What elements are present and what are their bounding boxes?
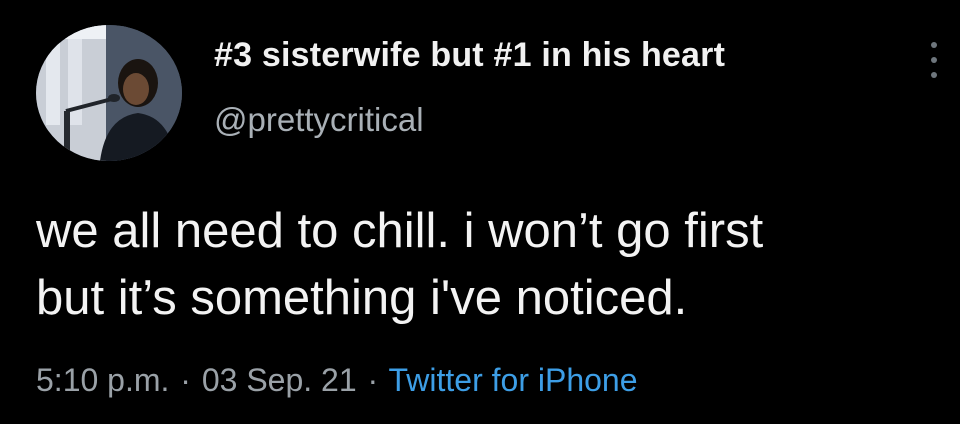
tweet-text-line: but it’s something i've noticed. (36, 271, 688, 325)
avatar-photo (36, 25, 182, 161)
tweet-text-line: we all need to chill. i won’t go first (36, 204, 764, 258)
meta-separator: · (180, 362, 191, 398)
tweet-card: #3 sisterwife but #1 in his heart @prett… (0, 0, 960, 424)
tweet-time[interactable]: 5:10 p.m. (36, 362, 169, 398)
more-vertical-icon[interactable] (919, 38, 949, 82)
display-name[interactable]: #3 sisterwife but #1 in his heart (214, 36, 725, 75)
tweet-source-link[interactable]: Twitter for iPhone (389, 362, 638, 398)
more-dot (931, 57, 937, 63)
user-handle[interactable]: @prettycritical (214, 101, 424, 139)
meta-separator: · (367, 362, 379, 398)
avatar[interactable] (36, 25, 182, 161)
tweet-text: we all need to chill. i won’t go first b… (36, 198, 956, 332)
tweet-meta: 5:10 p.m. · 03 Sep. 21 · Twitter for iPh… (36, 362, 638, 399)
more-dot (931, 72, 937, 78)
tweet-date[interactable]: 03 Sep. 21 (202, 362, 357, 398)
more-dot (931, 42, 937, 48)
